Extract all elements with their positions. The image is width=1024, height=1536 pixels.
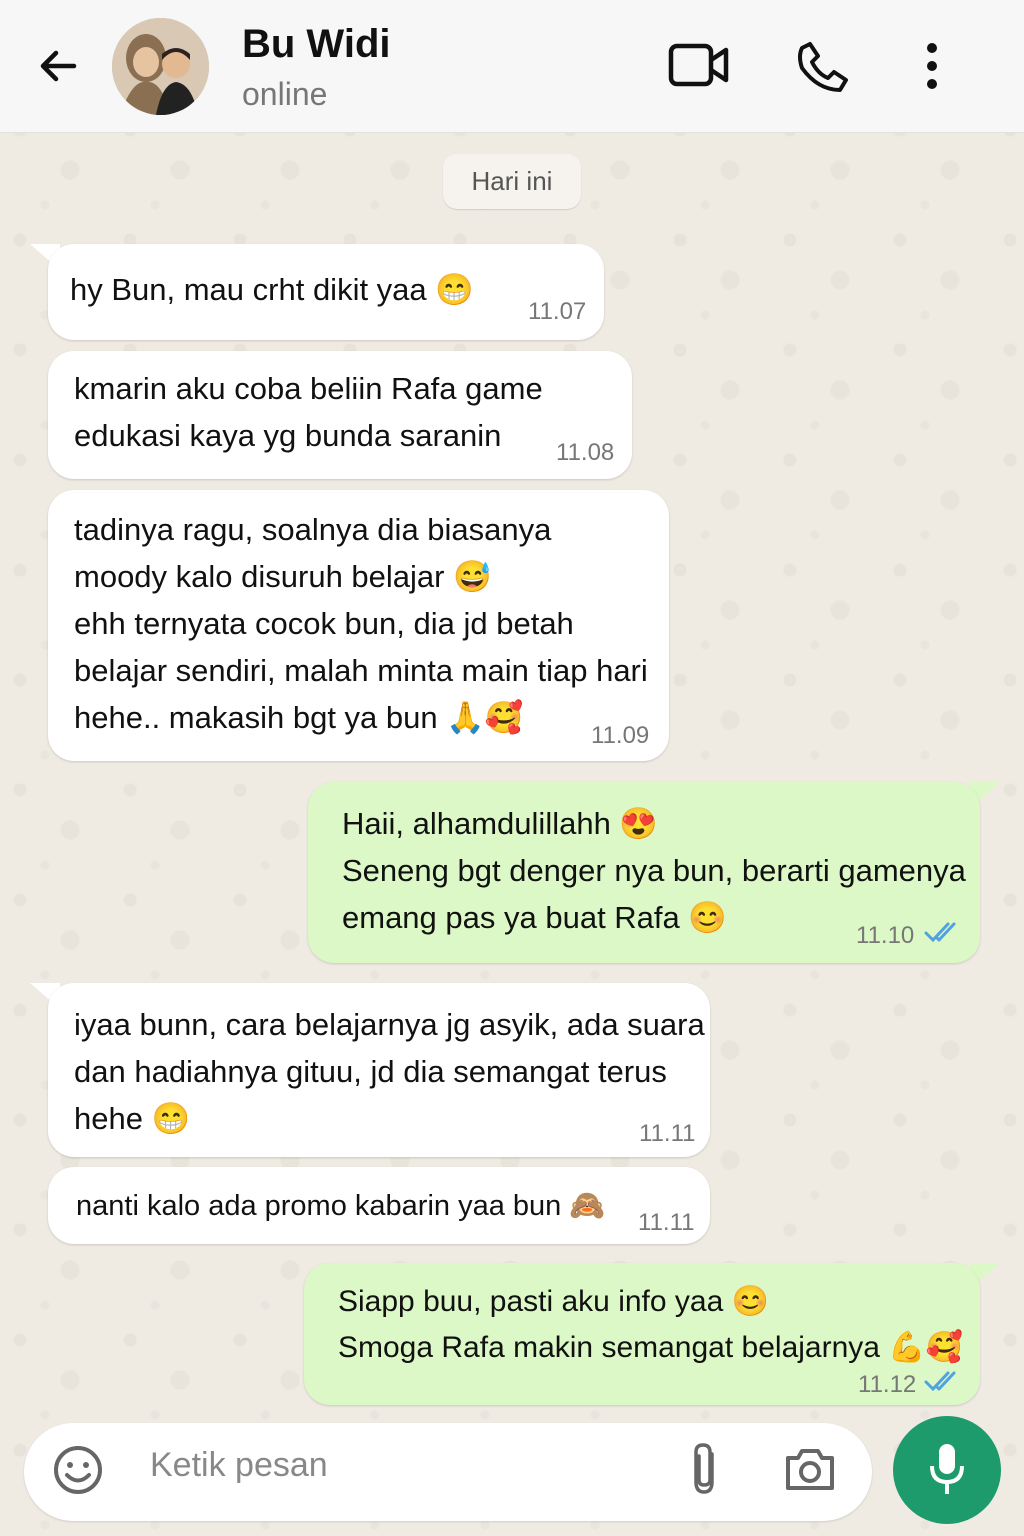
message-bubble-incoming[interactable]: kmarin aku coba beliin Rafa game edukasi…	[48, 351, 632, 479]
message-time: 11.09	[591, 722, 650, 749]
message-time: 11.07	[528, 298, 587, 325]
message-text: kmarin aku coba beliin Rafa game edukasi…	[74, 371, 543, 453]
message-bubble-outgoing[interactable]: Haii, alhamdulillahh 😍 Seneng bgt denger…	[308, 782, 980, 963]
message-text: Siapp buu, pasti aku info yaa 😊 Smoga Ra…	[338, 1285, 964, 1364]
date-separator: Hari ini	[443, 154, 581, 209]
message-text: hy Bun, mau crht dikit yaa 😁	[70, 272, 474, 307]
video-call-icon[interactable]	[668, 42, 730, 90]
message-time: 11.12	[858, 1371, 917, 1398]
back-arrow-icon[interactable]	[34, 42, 82, 90]
phone-call-icon[interactable]	[796, 40, 850, 94]
read-receipt-icon	[924, 922, 956, 943]
message-bubble-incoming[interactable]: hy Bun, mau crht dikit yaa 😁 11.07	[48, 244, 604, 340]
contact-status: online	[242, 76, 328, 112]
message-input[interactable]: Ketik pesan	[150, 1446, 328, 1485]
chat-header: Bu Widi online	[0, 0, 1024, 133]
message-bubble-outgoing[interactable]: Siapp buu, pasti aku info yaa 😊 Smoga Ra…	[304, 1263, 980, 1405]
camera-icon[interactable]	[784, 1446, 836, 1492]
message-text: Haii, alhamdulillahh 😍 Seneng bgt denger…	[342, 806, 966, 935]
message-text: nanti kalo ada promo kabarin yaa bun 🙈	[76, 1190, 606, 1222]
voice-message-button[interactable]	[893, 1416, 1001, 1524]
message-text: iyaa bunn, cara belajarnya jg asyik, ada…	[74, 1007, 705, 1136]
message-time: 11.11	[638, 1209, 695, 1236]
message-time: 11.10	[856, 922, 915, 949]
message-bubble-incoming[interactable]: nanti kalo ada promo kabarin yaa bun 🙈 1…	[48, 1167, 710, 1244]
message-text: tadinya ragu, soalnya dia biasanya moody…	[74, 512, 648, 735]
more-options-icon[interactable]	[922, 42, 942, 92]
message-bubble-incoming[interactable]: iyaa bunn, cara belajarnya jg asyik, ada…	[48, 983, 710, 1157]
message-bubble-incoming[interactable]: tadinya ragu, soalnya dia biasanya moody…	[48, 490, 669, 761]
emoji-icon[interactable]	[52, 1444, 104, 1496]
contact-name[interactable]: Bu Widi	[242, 22, 391, 67]
microphone-icon	[930, 1444, 964, 1494]
read-receipt-icon	[924, 1371, 956, 1392]
attachment-icon[interactable]	[686, 1440, 722, 1498]
message-time: 11.11	[639, 1120, 696, 1147]
avatar[interactable]	[112, 18, 209, 115]
message-time: 11.08	[556, 439, 615, 466]
